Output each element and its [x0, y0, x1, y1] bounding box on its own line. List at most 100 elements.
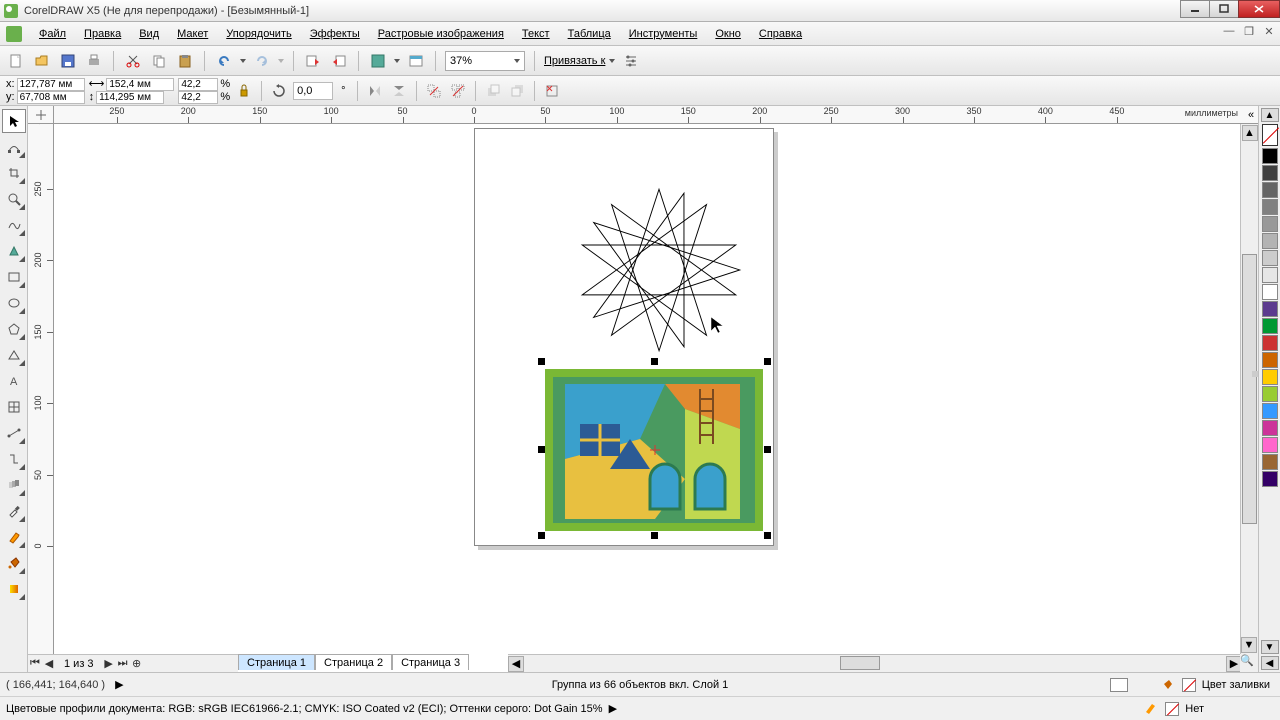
dimension-tool[interactable] [2, 421, 26, 445]
menu-view[interactable]: Вид [130, 22, 168, 45]
scale-x-input[interactable]: 42,2 [178, 78, 218, 91]
swatch[interactable] [1262, 403, 1278, 419]
paste-icon[interactable] [175, 51, 195, 71]
scroll-left[interactable]: ◀ [508, 656, 524, 672]
print-icon[interactable] [84, 51, 104, 71]
profiles-expand[interactable]: ▶ [609, 702, 617, 715]
mirror-h-icon[interactable] [365, 81, 385, 101]
rectangle-tool[interactable] [2, 265, 26, 289]
page-tab-2[interactable]: Страница 2 [315, 654, 392, 670]
rotate-icon[interactable] [269, 81, 289, 101]
maximize-button[interactable] [1209, 0, 1239, 18]
redo-icon[interactable] [252, 51, 272, 71]
menu-edit[interactable]: Правка [75, 22, 130, 45]
swatch[interactable] [1262, 352, 1278, 368]
menu-window[interactable]: Окно [706, 22, 750, 45]
swatch[interactable] [1262, 301, 1278, 317]
swatch[interactable] [1262, 335, 1278, 351]
close-button[interactable] [1238, 0, 1280, 18]
horizontal-ruler[interactable]: миллиметры 25020015010050050100150200250… [54, 106, 1240, 124]
menu-bitmaps[interactable]: Растровые изображения [369, 22, 513, 45]
swatch[interactable] [1262, 165, 1278, 181]
sel-handle-tl[interactable] [538, 358, 545, 365]
sel-handle-bc[interactable] [651, 532, 658, 539]
nav-prev[interactable]: ◀ [42, 657, 56, 671]
sel-handle-ml[interactable] [538, 446, 545, 453]
no-color[interactable] [1262, 124, 1278, 146]
mirror-v-icon[interactable] [389, 81, 409, 101]
welcome-icon[interactable] [406, 51, 426, 71]
nav-first[interactable]: ⏮ [28, 657, 42, 671]
zoom-select[interactable]: 37% [445, 51, 525, 71]
table-tool[interactable] [2, 395, 26, 419]
menu-effects[interactable]: Эффекты [301, 22, 369, 45]
connector-tool[interactable] [2, 447, 26, 471]
scroll-up[interactable]: ▲ [1242, 125, 1258, 141]
nav-next[interactable]: ▶ [102, 657, 116, 671]
undo-drop[interactable] [240, 59, 246, 63]
sel-handle-mr[interactable] [764, 446, 771, 453]
y-input[interactable]: 67,708 мм [17, 91, 85, 104]
expand-icon[interactable]: ▶ [115, 678, 123, 691]
zoom-tool[interactable] [2, 187, 26, 211]
pick-tool[interactable] [2, 109, 26, 133]
fill-swatch[interactable] [1182, 678, 1196, 692]
menu-arrange[interactable]: Упорядочить [217, 22, 300, 45]
menu-text[interactable]: Текст [513, 22, 559, 45]
ruler-origin[interactable] [28, 106, 54, 124]
horizontal-scrollbar[interactable]: ◀ ▶ [508, 654, 1242, 672]
doc-restore[interactable]: ❐ [1242, 25, 1256, 39]
launcher-drop[interactable] [394, 59, 400, 63]
swatch[interactable] [1262, 148, 1278, 164]
ungroup-icon[interactable] [424, 81, 444, 101]
swatch[interactable] [1262, 250, 1278, 266]
to-front-icon[interactable] [483, 81, 503, 101]
outline-swatch[interactable] [1165, 702, 1179, 716]
snap-to[interactable]: Привязать к [544, 55, 615, 67]
swatch[interactable] [1262, 233, 1278, 249]
vertical-scrollbar[interactable]: ▲ ▼ [1240, 124, 1258, 654]
cut-icon[interactable] [123, 51, 143, 71]
swatch[interactable] [1262, 420, 1278, 436]
swatch[interactable] [1262, 386, 1278, 402]
navigator-icon[interactable]: 🔍 [1240, 654, 1258, 672]
palette-expand[interactable]: ◀ [1261, 656, 1279, 670]
freehand-tool[interactable] [2, 213, 26, 237]
options-icon[interactable] [621, 51, 641, 71]
menu-tools[interactable]: Инструменты [620, 22, 707, 45]
doc-minimize[interactable]: — [1222, 25, 1236, 39]
doc-close[interactable]: ✕ [1262, 25, 1276, 39]
convert-curves-icon[interactable] [542, 81, 562, 101]
basic-shapes-tool[interactable] [2, 343, 26, 367]
swatch[interactable] [1262, 437, 1278, 453]
sel-center[interactable] [650, 445, 660, 455]
vertical-ruler[interactable]: 300250200150100500 [28, 124, 54, 654]
save-icon[interactable] [58, 51, 78, 71]
swatch[interactable] [1262, 182, 1278, 198]
app-launcher-icon[interactable] [368, 51, 388, 71]
swatch[interactable] [1262, 471, 1278, 487]
fill-tool[interactable] [2, 551, 26, 575]
nav-add[interactable]: ⊕ [130, 657, 144, 671]
scale-y-input[interactable]: 42,2 [178, 91, 218, 104]
swatch[interactable] [1262, 454, 1278, 470]
ellipse-tool[interactable] [2, 291, 26, 315]
sel-handle-tr[interactable] [764, 358, 771, 365]
nav-last[interactable]: ⏭ [116, 657, 130, 671]
height-input[interactable]: 114,295 мм [96, 91, 164, 104]
copy-icon[interactable] [149, 51, 169, 71]
sel-handle-bl[interactable] [538, 532, 545, 539]
sel-handle-tc[interactable] [651, 358, 658, 365]
interactive-fill-tool[interactable] [2, 577, 26, 601]
import-icon[interactable] [303, 51, 323, 71]
shape-tool[interactable] [2, 135, 26, 159]
polygon-object[interactable] [564, 180, 754, 360]
width-input[interactable]: 152,4 мм [106, 78, 174, 91]
menu-layout[interactable]: Макет [168, 22, 217, 45]
new-icon[interactable] [6, 51, 26, 71]
swatch[interactable] [1262, 284, 1278, 300]
menu-table[interactable]: Таблица [559, 22, 620, 45]
to-back-icon[interactable] [507, 81, 527, 101]
export-icon[interactable] [329, 51, 349, 71]
palette-up[interactable]: ▲ [1261, 108, 1279, 122]
